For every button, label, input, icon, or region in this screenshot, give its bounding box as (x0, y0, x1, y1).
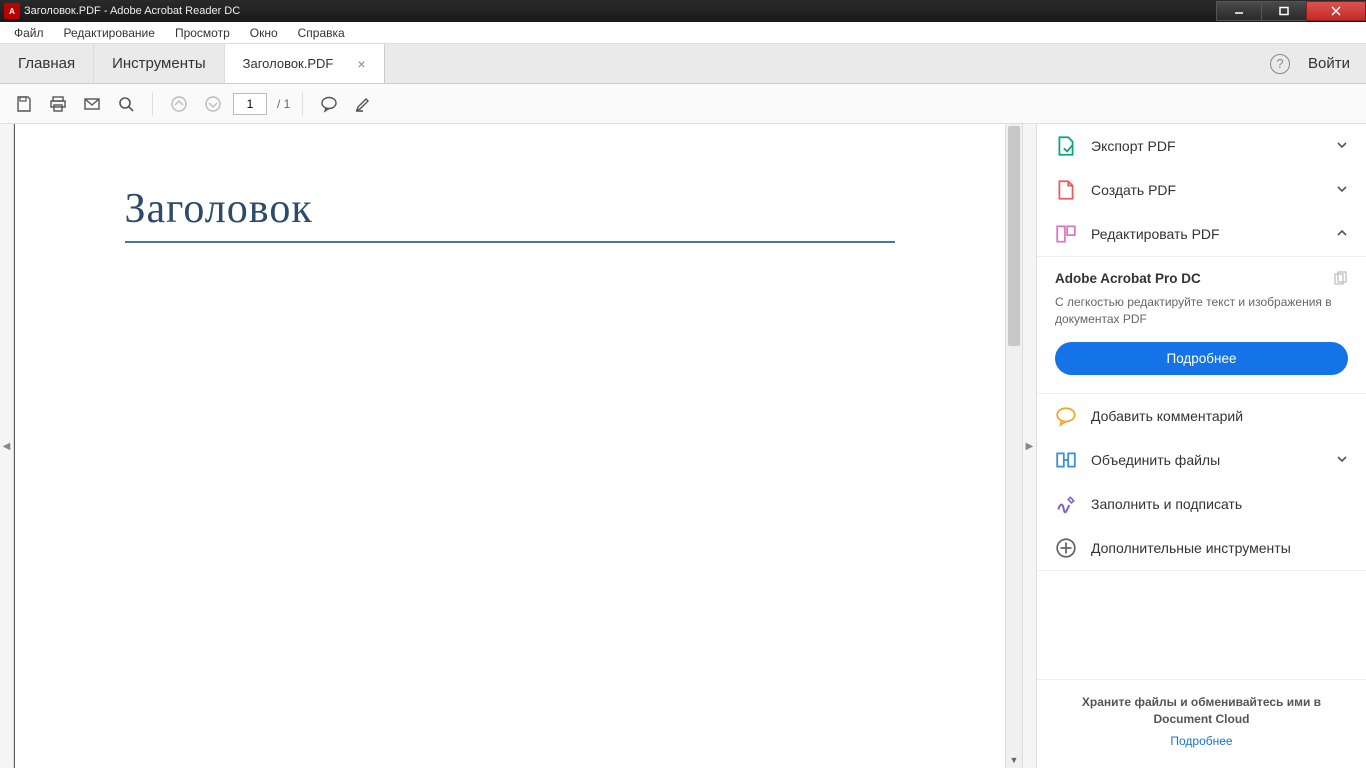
add-comment-label: Добавить комментарий (1091, 408, 1243, 424)
signin-area: ? Войти (1254, 44, 1366, 83)
footer-link[interactable]: Подробнее (1055, 734, 1348, 748)
more-tools-item[interactable]: Дополнительные инструменты (1037, 526, 1366, 570)
pdf-page: Заголовок (15, 124, 1005, 768)
combine-icon (1055, 450, 1077, 470)
footer-text: Храните файлы и обменивайтесь ими в Docu… (1055, 694, 1348, 728)
app-icon: A (4, 3, 20, 19)
chevron-up-icon (1336, 226, 1348, 242)
export-pdf-item[interactable]: Экспорт PDF (1037, 124, 1366, 168)
comment-icon (1055, 406, 1077, 426)
comment-bubble-icon[interactable] (315, 90, 343, 118)
document-pane[interactable]: Заголовок (14, 124, 1005, 768)
search-icon[interactable] (112, 90, 140, 118)
sign-icon (1055, 494, 1077, 514)
window-titlebar: A Заголовок.PDF - Adobe Acrobat Reader D… (0, 0, 1366, 22)
tab-tools[interactable]: Инструменты (94, 44, 225, 83)
document-heading: Заголовок (125, 184, 895, 243)
menu-view[interactable]: Просмотр (165, 24, 240, 42)
help-icon[interactable]: ? (1270, 54, 1290, 74)
export-icon (1055, 136, 1077, 156)
create-pdf-item[interactable]: Создать PDF (1037, 168, 1366, 212)
toolbar-separator (152, 92, 153, 116)
edit-pdf-item[interactable]: Редактировать PDF (1037, 212, 1366, 256)
signin-button[interactable]: Войти (1308, 55, 1350, 72)
promo-learn-more-button[interactable]: Подробнее (1055, 342, 1348, 375)
edit-pdf-label: Редактировать PDF (1091, 226, 1220, 242)
menubar: Файл Редактирование Просмотр Окно Справк… (0, 22, 1366, 44)
email-icon[interactable] (78, 90, 106, 118)
combine-files-label: Объединить файлы (1091, 452, 1220, 468)
print-icon[interactable] (44, 90, 72, 118)
chevron-down-icon (1336, 182, 1348, 198)
right-panel: Экспорт PDF Создать PDF Редактировать PD… (1036, 124, 1366, 768)
promo-title: Adobe Acrobat Pro DC (1055, 271, 1348, 286)
toolbar: / 1 (0, 84, 1366, 124)
page-up-icon[interactable] (165, 90, 193, 118)
add-comment-item[interactable]: Добавить комментарий (1037, 394, 1366, 438)
promo-text: С легкостью редактируйте текст и изображ… (1055, 294, 1348, 328)
minimize-button[interactable] (1216, 1, 1262, 21)
menu-window[interactable]: Окно (240, 24, 288, 42)
menu-help[interactable]: Справка (288, 24, 355, 42)
tabs-row: Главная Инструменты Заголовок.PDF × ? Во… (0, 44, 1366, 84)
main-area: ◀ Заголовок ▲ ▼ ▶ Экспорт PDF Создать PD… (0, 124, 1366, 768)
right-panel-footer: Храните файлы и обменивайтесь ими в Docu… (1037, 679, 1366, 768)
more-tools-label: Дополнительные инструменты (1091, 540, 1291, 556)
create-icon (1055, 180, 1077, 200)
plus-circle-icon (1055, 538, 1077, 558)
scroll-thumb[interactable] (1008, 126, 1020, 346)
window-title: Заголовок.PDF - Adobe Acrobat Reader DC (24, 5, 240, 17)
copy-icon[interactable] (1332, 271, 1348, 292)
fill-sign-item[interactable]: Заполнить и подписать (1037, 482, 1366, 526)
menu-file[interactable]: Файл (4, 24, 54, 42)
fill-sign-label: Заполнить и подписать (1091, 496, 1242, 512)
toolbar-separator (302, 92, 303, 116)
left-panel-toggle[interactable]: ◀ (0, 124, 14, 768)
promo-panel: Adobe Acrobat Pro DC С легкостью редакти… (1037, 257, 1366, 394)
chevron-down-icon (1336, 452, 1348, 468)
vertical-scrollbar[interactable]: ▲ ▼ (1005, 124, 1022, 768)
tab-close-icon[interactable]: × (357, 56, 365, 72)
tab-document[interactable]: Заголовок.PDF × (225, 44, 385, 83)
right-panel-toggle[interactable]: ▶ (1022, 124, 1036, 768)
close-button[interactable] (1306, 1, 1366, 21)
page-down-icon[interactable] (199, 90, 227, 118)
save-icon[interactable] (10, 90, 38, 118)
menu-edit[interactable]: Редактирование (54, 24, 165, 42)
maximize-button[interactable] (1261, 1, 1307, 21)
combine-files-item[interactable]: Объединить файлы (1037, 438, 1366, 482)
page-total-label: / 1 (277, 97, 290, 111)
highlight-pen-icon[interactable] (349, 90, 377, 118)
scroll-down-arrow[interactable]: ▼ (1006, 751, 1022, 768)
create-pdf-label: Создать PDF (1091, 182, 1176, 198)
page-number-input[interactable] (233, 93, 267, 115)
edit-icon (1055, 224, 1077, 244)
tab-document-label: Заголовок.PDF (243, 56, 334, 71)
tab-home[interactable]: Главная (0, 44, 94, 83)
chevron-down-icon (1336, 138, 1348, 154)
export-pdf-label: Экспорт PDF (1091, 138, 1176, 154)
